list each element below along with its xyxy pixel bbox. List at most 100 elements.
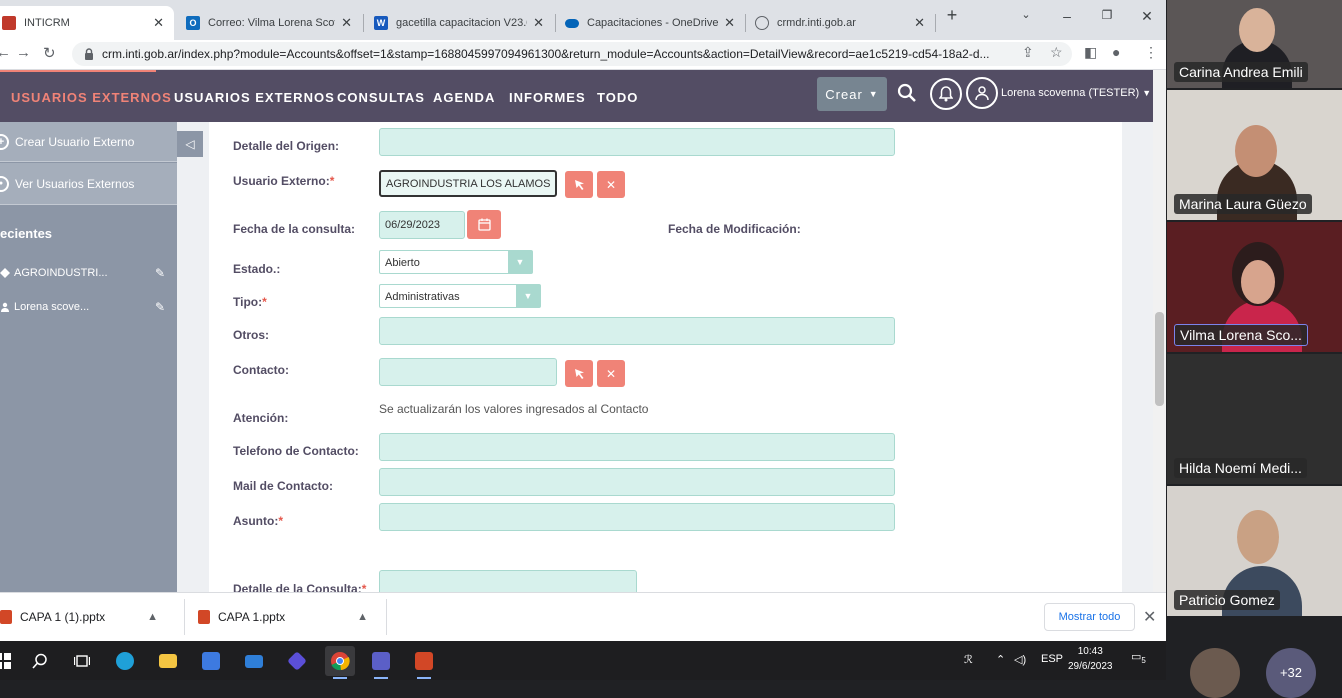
show-all-downloads-button[interactable]: Mostrar todo — [1044, 603, 1135, 631]
side-panel-icon[interactable]: ◧ — [1084, 44, 1097, 61]
participant-tile[interactable]: Carina Andrea Emili — [1167, 0, 1342, 88]
back-button[interactable]: ← — [0, 44, 11, 61]
create-button[interactable]: Crear ▼ — [817, 77, 887, 111]
forward-button[interactable]: → — [16, 44, 31, 61]
address-bar[interactable]: crm.inti.gob.ar/index.php?module=Account… — [72, 42, 1072, 66]
close-tab-icon[interactable]: ✕ — [724, 15, 735, 31]
notification-center-icon[interactable]: ▭5 — [1131, 650, 1146, 665]
sidebar-action-create[interactable]: + Crear Usuario Externo — [0, 122, 177, 162]
minimize-button[interactable]: – — [1055, 8, 1079, 24]
sidebar-action-view[interactable]: ● Ver Usuarios Externos — [0, 163, 177, 205]
otros-input[interactable] — [379, 317, 895, 345]
lock-icon — [84, 48, 94, 60]
clear-contacto-button[interactable]: ✕ — [597, 360, 625, 387]
nav-usuarios-externos-current[interactable]: USUARIOS EXTERNOS — [11, 90, 172, 105]
reload-button[interactable]: ↻ — [43, 44, 56, 62]
contacto-input[interactable] — [379, 358, 557, 386]
file-explorer-icon[interactable] — [153, 646, 183, 676]
tipo-select[interactable]: Administrativas ▼ — [379, 284, 541, 308]
nav-todo[interactable]: TODO — [597, 90, 638, 105]
chevron-up-icon[interactable]: ⌃ — [996, 653, 1005, 666]
user-avatar-icon[interactable] — [966, 77, 998, 109]
page-scrollbar[interactable] — [1153, 70, 1166, 592]
mail-input[interactable] — [379, 468, 895, 496]
tab-search-chevron-icon[interactable]: ⌄ — [1014, 8, 1038, 21]
powerpoint-file-icon — [0, 610, 12, 624]
download-item[interactable]: CAPA 1.pptx ▲ — [198, 593, 368, 641]
clear-usuario-button[interactable]: ✕ — [597, 171, 625, 198]
usuario-externo-input[interactable]: AGROINDUSTRIA LOS ALAMOS S — [379, 170, 557, 197]
new-tab-button[interactable]: + — [940, 5, 964, 26]
profile-icon[interactable]: ● — [1112, 44, 1120, 60]
start-button[interactable] — [0, 646, 18, 676]
mail-icon[interactable] — [239, 646, 269, 676]
tab-crmdr[interactable]: crmdr.inti.gob.ar ✕ — [745, 6, 935, 40]
powerpoint-logo — [415, 652, 433, 670]
telefono-input[interactable] — [379, 433, 895, 461]
close-tab-icon[interactable]: ✕ — [153, 15, 164, 31]
close-tab-icon[interactable]: ✕ — [341, 15, 352, 31]
user-menu[interactable]: Lorena scovenna (TESTER) ▼ — [1001, 87, 1151, 99]
share-icon[interactable]: ⇪ — [1022, 44, 1034, 61]
asunto-input[interactable] — [379, 503, 895, 531]
detalle-origen-input[interactable] — [379, 128, 895, 156]
more-participants-badge[interactable]: +32 — [1266, 648, 1316, 698]
participant-tile[interactable]: Marina Laura Güezo — [1167, 90, 1342, 220]
sidebar-collapse-button[interactable]: ◁ — [177, 131, 203, 157]
bookmark-star-icon[interactable]: ☆ — [1050, 44, 1063, 61]
app-icon[interactable] — [282, 646, 312, 676]
chevron-up-icon[interactable]: ▲ — [147, 611, 158, 623]
calendar-button[interactable] — [467, 210, 501, 239]
self-avatar[interactable] — [1190, 648, 1240, 698]
fecha-consulta-input[interactable]: 06/29/2023 — [379, 211, 465, 239]
edit-pencil-icon[interactable]: ✎ — [155, 300, 165, 314]
language-indicator[interactable]: ESP — [1041, 653, 1063, 665]
participant-head — [1241, 260, 1275, 304]
participant-tile[interactable]: Hilda Noemí Medi... — [1167, 354, 1342, 484]
task-view-icon[interactable] — [67, 646, 97, 676]
close-window-button[interactable]: ✕ — [1135, 8, 1159, 25]
restore-button[interactable]: ❐ — [1095, 8, 1119, 22]
field-label: Otros: — [233, 328, 269, 342]
teams-icon[interactable] — [366, 646, 396, 679]
edge-icon[interactable] — [110, 646, 140, 676]
active-indicator — [0, 70, 156, 72]
close-tab-icon[interactable]: ✕ — [533, 15, 544, 31]
edit-pencil-icon[interactable]: ✎ — [155, 266, 165, 280]
select-usuario-button[interactable] — [565, 171, 593, 198]
participant-tile[interactable]: Patricio Gomez — [1167, 486, 1342, 616]
powerpoint-icon[interactable] — [409, 646, 439, 679]
participant-tile-active-speaker[interactable]: Vilma Lorena Sco... — [1167, 222, 1342, 352]
notifications-bell-icon[interactable] — [930, 78, 962, 110]
scrollbar-thumb[interactable] — [1155, 312, 1164, 406]
close-downloads-icon[interactable]: ✕ — [1143, 607, 1156, 627]
tab-outlook[interactable]: O Correo: Vilma Lorena Scoven ✕ — [176, 6, 362, 40]
estado-select[interactable]: Abierto ▼ — [379, 250, 533, 274]
chevron-up-icon[interactable]: ▲ — [357, 611, 368, 623]
tab-onedrive[interactable]: Capacitaciones - OneDrive ✕ — [555, 6, 745, 40]
participant-head — [1235, 125, 1277, 177]
nav-agenda[interactable]: AGENDA — [433, 90, 495, 105]
field-label: Fecha de Modificación: — [668, 222, 801, 236]
menu-kebab-icon[interactable]: ⋮ — [1144, 44, 1158, 61]
search-icon[interactable] — [25, 646, 55, 676]
speaker-icon[interactable]: ◁) — [1014, 653, 1026, 666]
tab-inticrm[interactable]: INTICRM ✕ — [0, 6, 174, 40]
chrome-icon[interactable] — [325, 646, 355, 679]
nav-informes[interactable]: INFORMES — [509, 90, 586, 105]
store-icon[interactable] — [196, 646, 226, 676]
select-contacto-button[interactable] — [565, 360, 593, 387]
nav-usuarios-externos[interactable]: USUARIOS EXTERNOS — [174, 90, 335, 105]
envelope-shape — [245, 654, 263, 668]
close-tab-icon[interactable]: ✕ — [914, 15, 925, 31]
recent-item[interactable]: Lorena scove... ✎ — [0, 300, 165, 314]
detalle-consulta-input[interactable] — [379, 570, 637, 592]
search-icon[interactable] — [897, 83, 917, 108]
participant-name: Carina Andrea Emili — [1174, 62, 1308, 82]
recent-item[interactable]: AGROINDUSTRI... ✎ — [0, 266, 165, 280]
system-clock[interactable]: 10:43 29/6/2023 — [1068, 644, 1113, 674]
nav-consultas[interactable]: CONSULTAS — [337, 90, 425, 105]
tab-word-doc[interactable]: W gacetilla capacitacion V23.06 ✕ — [364, 6, 554, 40]
download-item[interactable]: CAPA 1 (1).pptx ▲ — [0, 593, 158, 641]
people-icon[interactable]: ℛ — [964, 653, 973, 666]
